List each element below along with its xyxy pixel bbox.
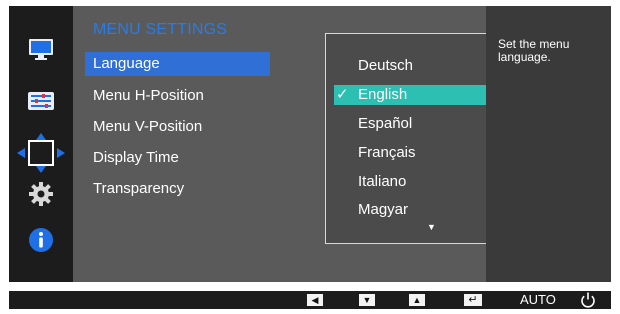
menu-item-menu-v-position[interactable]: Menu V-Position [85,115,270,139]
down-arrow-icon: ▼ [362,294,372,305]
option-label: Magyar [358,201,409,218]
menu-panel: MENU SETTINGS Language Menu H-Position M… [73,6,544,282]
help-text: Set the menu language. [498,37,570,64]
up-arrow-icon: ▲ [412,294,422,305]
enter-button[interactable]: ↵ [464,294,482,306]
move-arrows-icon[interactable] [15,131,67,175]
power-button[interactable] [580,291,596,309]
power-icon [581,292,595,308]
menu-item-menu-h-position[interactable]: Menu H-Position [85,84,270,108]
menu-item-display-time[interactable]: Display Time [85,146,270,170]
checkmark-icon: ✓ [336,86,349,103]
osd-window: MENU SETTINGS Language Menu H-Position M… [9,6,611,282]
info-icon[interactable] [23,225,59,255]
auto-button[interactable]: AUTO [520,292,556,307]
category-sidebar [9,6,73,282]
scroll-down-icon[interactable]: ▼ [427,222,436,232]
left-arrow-icon: ◀ [311,294,319,305]
button-guide-bar: ◀ ▼ ▲ ↵ AUTO [9,291,611,309]
up-arrow-button[interactable]: ▲ [409,294,425,306]
option-label: Deutsch [358,57,414,74]
menu-item-language[interactable]: Language [85,52,270,76]
option-label: Español [358,115,413,132]
menu-item-transparency[interactable]: Transparency [85,177,270,201]
option-label: Français [358,144,416,161]
adjust-sliders-icon[interactable] [23,86,59,116]
help-panel: Set the menu language. [486,6,611,282]
down-arrow-button[interactable]: ▼ [359,294,375,306]
gear-icon[interactable] [23,179,59,209]
left-arrow-button[interactable]: ◀ [307,294,323,306]
enter-icon: ↵ [468,293,478,306]
option-label: Italiano [358,173,407,190]
option-label: English [358,86,408,103]
monitor-icon[interactable] [23,34,59,64]
menu-title: MENU SETTINGS [93,21,228,38]
